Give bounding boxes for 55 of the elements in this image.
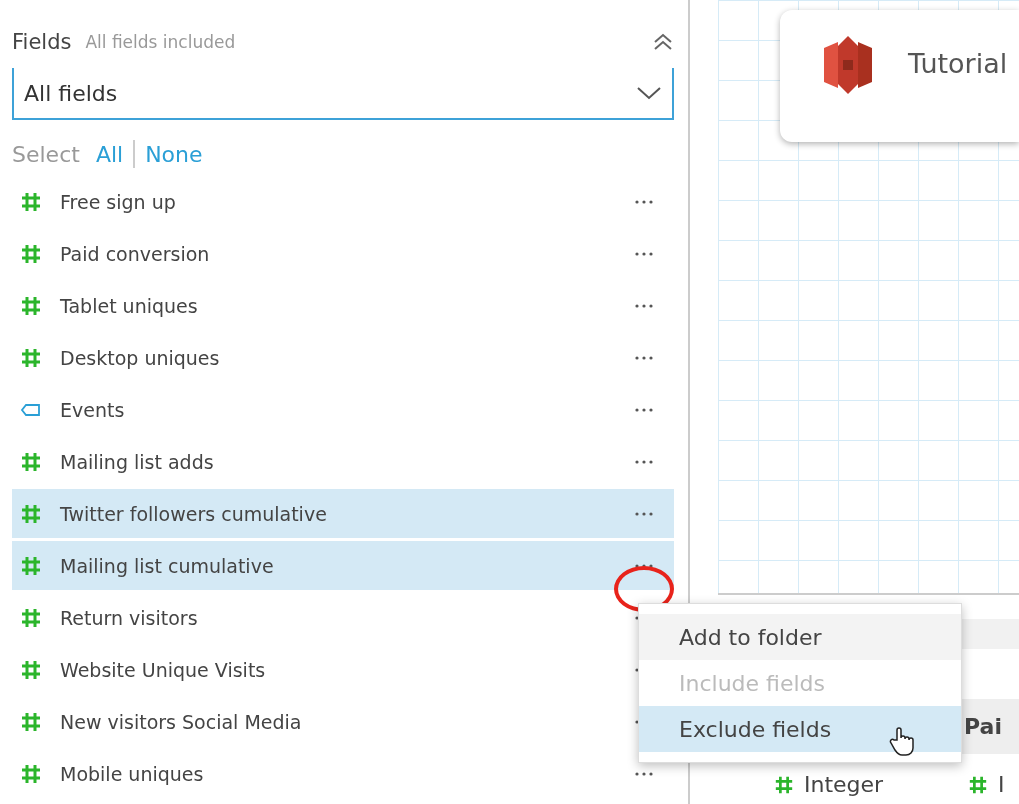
field-name: Desktop uniques — [60, 346, 220, 369]
chevron-down-icon — [636, 85, 662, 101]
column-type: Integer — [804, 772, 884, 797]
hand-cursor-icon — [889, 726, 915, 756]
field-name: Mailing list cumulative — [60, 554, 274, 577]
bucket-logo-icon — [822, 34, 874, 96]
field-row[interactable]: Mailing list adds — [12, 437, 674, 486]
field-name: Mobile uniques — [60, 762, 204, 785]
more-options-icon[interactable] — [634, 406, 654, 413]
hash-icon — [20, 762, 42, 785]
panel-title: Fields — [12, 30, 72, 54]
field-name: Twitter followers cumulative — [60, 502, 327, 525]
field-name: Events — [60, 398, 125, 421]
field-name: Return visitors — [60, 606, 198, 629]
hash-icon — [20, 294, 42, 317]
field-name: Website Unique Visits — [60, 658, 266, 681]
field-name: Tablet uniques — [60, 294, 198, 317]
hash-icon — [20, 450, 42, 473]
hash-icon — [20, 554, 42, 577]
more-options-icon[interactable] — [634, 562, 654, 569]
menu-item[interactable]: Add to folder — [639, 614, 961, 660]
more-options-icon[interactable] — [634, 458, 654, 465]
more-options-icon[interactable] — [634, 770, 654, 777]
field-name: Free sign up — [60, 190, 176, 213]
more-options-icon[interactable] — [634, 302, 654, 309]
hash-icon — [20, 242, 42, 265]
field-row[interactable]: Twitter followers cumulative — [12, 489, 674, 538]
field-row[interactable]: Mobile uniques — [12, 749, 674, 798]
field-name: Paid conversion — [60, 242, 210, 265]
field-row[interactable]: Free sign up — [12, 177, 674, 226]
collapse-icon[interactable] — [652, 33, 674, 51]
more-options-icon[interactable] — [634, 354, 654, 361]
hash-icon — [20, 502, 42, 525]
field-name: New visitors Social Media — [60, 710, 302, 733]
hash-icon — [20, 710, 42, 733]
field-row[interactable]: Mailing list cumulative — [12, 541, 674, 590]
select-label: Select — [12, 141, 80, 167]
hash-icon — [968, 774, 988, 795]
more-options-icon[interactable] — [634, 510, 654, 517]
field-name: Mailing list adds — [60, 450, 214, 473]
field-row[interactable]: Tablet uniques — [12, 281, 674, 330]
field-row[interactable]: Paid conversion — [12, 229, 674, 278]
fields-dropdown[interactable]: All fields — [12, 68, 674, 120]
more-options-icon[interactable] — [634, 198, 654, 205]
more-options-icon[interactable] — [634, 250, 654, 257]
hash-icon — [20, 190, 42, 213]
panel-subtitle: All fields included — [85, 32, 236, 52]
card-title: Tutorial — [908, 48, 1008, 79]
column-type: I — [998, 772, 1005, 797]
hash-icon — [20, 606, 42, 629]
field-row[interactable]: Events — [12, 385, 674, 434]
hash-icon — [20, 658, 42, 681]
field-row[interactable]: Desktop uniques — [12, 333, 674, 382]
hash-icon — [20, 346, 42, 369]
hash-icon — [774, 774, 794, 795]
